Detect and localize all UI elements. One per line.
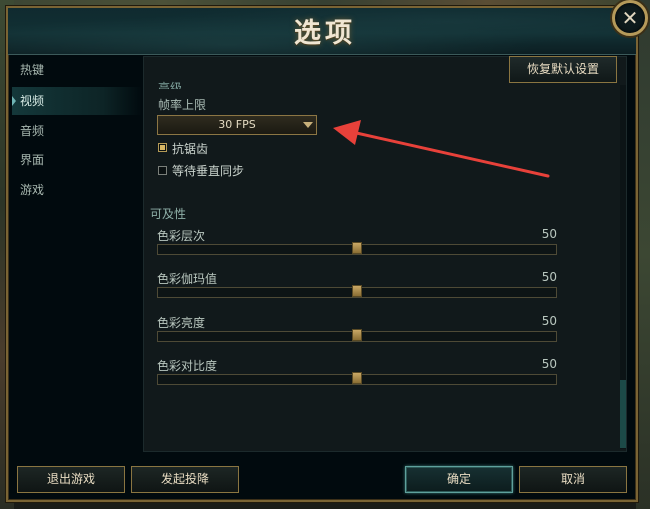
slider-label: 色彩亮度 (157, 316, 206, 330)
sidebar-item-game[interactable]: 游戏 (12, 176, 142, 204)
sidebar-item-hotkeys[interactable]: 热键 (12, 56, 142, 84)
fps-cap-label: 帧率上限 (158, 98, 207, 112)
slider-value: 50 (541, 314, 557, 328)
reset-defaults-button[interactable]: 恢复默认设置 (509, 56, 617, 83)
options-sidebar: 热键 视频 音频 界面 游戏 (12, 56, 142, 452)
cancel-button[interactable]: 取消 (519, 466, 627, 493)
color-brightness-slider-row: 色彩亮度 50 (157, 314, 557, 354)
sidebar-item-audio[interactable]: 音频 (12, 117, 142, 145)
slider-handle[interactable] (352, 285, 362, 297)
game-background-right (636, 0, 650, 509)
slider-value: 50 (541, 270, 557, 284)
slider-handle[interactable] (352, 329, 362, 341)
slider-label: 色彩伽玛值 (157, 272, 218, 286)
vsync-checkbox[interactable] (158, 166, 167, 175)
vsync-label: 等待垂直同步 (172, 164, 245, 178)
slider-value: 50 (541, 227, 557, 241)
accessibility-heading: 可及性 (150, 207, 187, 221)
slider-handle[interactable] (352, 372, 362, 384)
color-gamma-slider-row: 色彩伽玛值 50 (157, 270, 557, 310)
confirm-button[interactable]: 确定 (405, 466, 513, 493)
antialiasing-label: 抗锯齿 (172, 142, 209, 156)
slider-label: 色彩层次 (157, 229, 206, 243)
chevron-down-icon (303, 122, 313, 128)
scrollbar-thumb[interactable] (620, 380, 626, 448)
fps-cap-dropdown[interactable]: 30 FPS (157, 115, 317, 135)
color-levels-slider-row: 色彩层次 50 (157, 227, 557, 267)
slider-handle[interactable] (352, 242, 362, 254)
dialog-title: 选项 (294, 18, 356, 49)
color-contrast-slider-row: 色彩对比度 50 (157, 357, 557, 397)
surrender-button[interactable]: 发起投降 (131, 466, 239, 493)
slider-label: 色彩对比度 (157, 359, 218, 373)
exit-game-button[interactable]: 退出游戏 (17, 466, 125, 493)
antialiasing-checkbox[interactable] (158, 143, 167, 152)
sidebar-item-video[interactable]: 视频 (12, 87, 142, 115)
section-heading-advanced: 高级 (158, 81, 183, 89)
fps-cap-value: 30 FPS (218, 118, 256, 131)
close-icon[interactable]: ✕ (612, 0, 648, 36)
sidebar-item-interface[interactable]: 界面 (12, 146, 142, 174)
slider-value: 50 (541, 357, 557, 371)
